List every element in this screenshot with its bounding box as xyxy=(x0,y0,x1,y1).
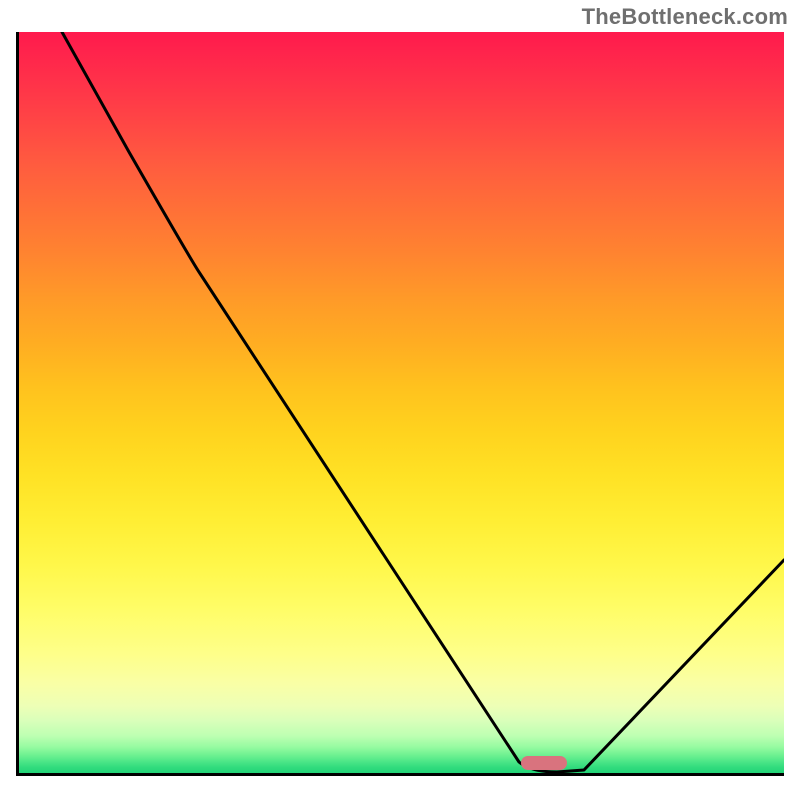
bottleneck-curve xyxy=(19,32,784,773)
optimal-marker xyxy=(521,756,567,770)
watermark-text: TheBottleneck.com xyxy=(582,4,788,30)
chart-plot-area xyxy=(16,32,784,776)
bottleneck-curve-path xyxy=(62,32,784,772)
